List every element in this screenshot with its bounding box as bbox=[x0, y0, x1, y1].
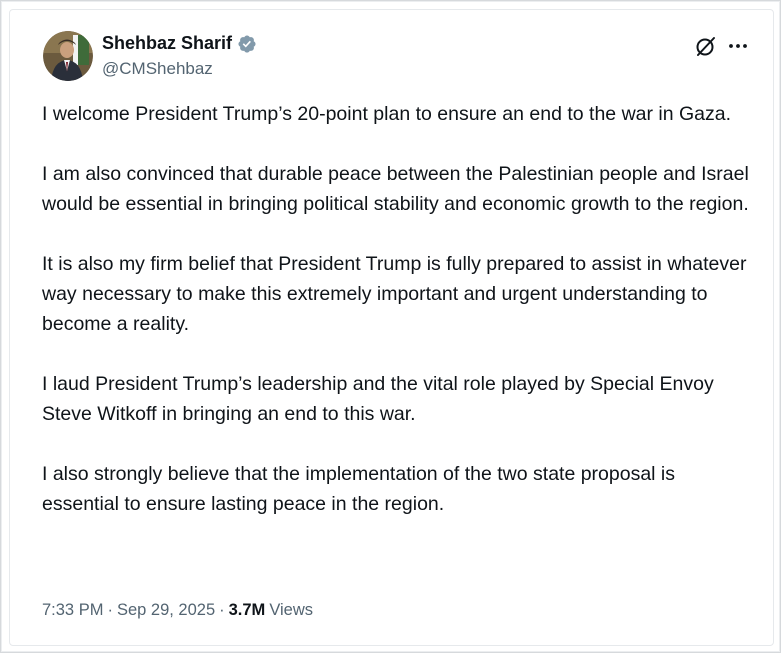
meta-separator: · bbox=[219, 601, 225, 619]
tweet-paragraph: I also strongly believe that the impleme… bbox=[42, 463, 676, 515]
author-handle[interactable]: @CMShehbaz bbox=[102, 59, 213, 79]
screenshot-frame: Shehbaz Sharif @CMShehbaz I welcome Pres… bbox=[0, 0, 781, 653]
views-label: Views bbox=[269, 601, 314, 619]
tweet-card: Shehbaz Sharif @CMShehbaz I welcome Pres… bbox=[9, 9, 774, 646]
tweet-paragraph: I laud President Trump’s leadership and … bbox=[42, 373, 714, 425]
tweet-time[interactable]: 7:33 PM bbox=[42, 601, 103, 620]
avatar[interactable] bbox=[43, 31, 93, 81]
tweet-paragraph: I welcome President Trump’s 20-point pla… bbox=[42, 103, 732, 125]
meta-separator: · bbox=[107, 601, 113, 619]
tweet-text: I welcome President Trump’s 20-point pla… bbox=[42, 99, 757, 549]
tweet-paragraph: It is also my firm belief that President… bbox=[42, 253, 747, 335]
verified-badge-icon bbox=[237, 34, 257, 54]
grok-icon[interactable] bbox=[695, 35, 717, 57]
tweet-meta: 7:33 PM · Sep 29, 2025 · 3.7M Views bbox=[42, 601, 313, 620]
author-display-name[interactable]: Shehbaz Sharif bbox=[102, 33, 232, 54]
more-options-icon[interactable] bbox=[727, 35, 749, 57]
views-count: 3.7M bbox=[228, 601, 266, 619]
tweet-date[interactable]: Sep 29, 2025 bbox=[117, 601, 215, 620]
author-name-row: Shehbaz Sharif bbox=[102, 33, 257, 54]
tweet-paragraph: I am also convinced that durable peace b… bbox=[42, 163, 749, 215]
